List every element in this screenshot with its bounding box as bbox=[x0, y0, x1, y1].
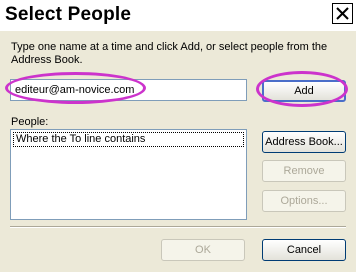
name-input[interactable]: editeur@am-novice.com bbox=[10, 79, 247, 101]
instructions-text: Type one name at a time and click Add, o… bbox=[11, 41, 328, 66]
ok-button[interactable]: OK bbox=[161, 239, 245, 261]
select-people-dialog: Select People Type one name at a time an… bbox=[0, 0, 356, 272]
close-button[interactable] bbox=[332, 3, 353, 24]
list-item[interactable]: Where the To line contains bbox=[13, 132, 244, 147]
cancel-button[interactable]: Cancel bbox=[262, 239, 346, 261]
add-button[interactable]: Add bbox=[262, 80, 346, 102]
people-list[interactable]: Where the To line contains bbox=[10, 129, 247, 220]
people-label: People: bbox=[11, 116, 49, 128]
remove-button[interactable]: Remove bbox=[262, 160, 346, 182]
title-bar: Select People bbox=[0, 0, 356, 31]
address-book-button[interactable]: Address Book... bbox=[262, 131, 346, 153]
options-button[interactable]: Options... bbox=[262, 190, 346, 212]
separator bbox=[10, 226, 346, 228]
dialog-title: Select People bbox=[5, 4, 132, 25]
close-icon bbox=[336, 7, 349, 20]
